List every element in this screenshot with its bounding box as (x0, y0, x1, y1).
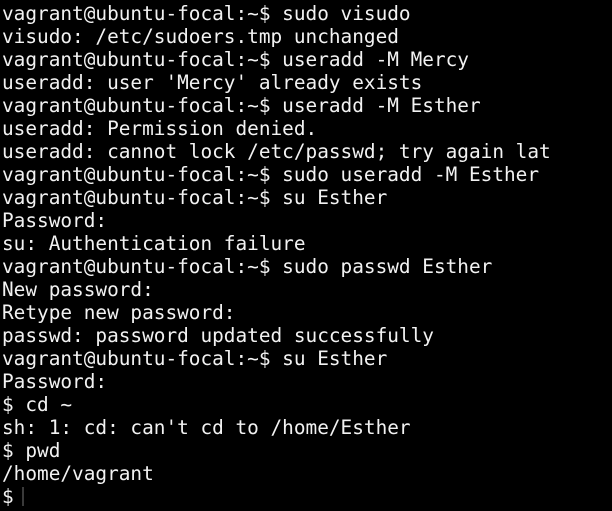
terminal-line: passwd: password updated successfully (2, 324, 434, 347)
terminal-line: $ pwd (2, 439, 61, 462)
terminal-line: Password: (2, 209, 108, 232)
terminal-line: su: Authentication failure (2, 232, 306, 255)
terminal-line: vagrant@ubuntu-focal:~$ useradd -M Esthe… (2, 94, 481, 117)
terminal-line: useradd: Permission denied. (2, 117, 318, 140)
text-cursor (21, 487, 24, 506)
terminal-line: vagrant@ubuntu-focal:~$ useradd -M Mercy (2, 48, 469, 71)
terminal-line: vagrant@ubuntu-focal:~$ su Esther (2, 186, 388, 209)
terminal-line: vagrant@ubuntu-focal:~$ su Esther (2, 347, 388, 370)
terminal-line: $ cd ~ (2, 393, 73, 416)
terminal-line: vagrant@ubuntu-focal:~$ sudo passwd Esth… (2, 255, 493, 278)
terminal-line: visudo: /etc/sudoers.tmp unchanged (2, 25, 399, 48)
terminal-line: useradd: cannot lock /etc/passwd; try ag… (2, 140, 551, 163)
terminal-line: /home/vagrant (2, 462, 154, 485)
terminal-prompt-line[interactable]: $ (2, 485, 612, 508)
terminal-line: sh: 1: cd: can't cd to /home/Esther (2, 416, 411, 439)
terminal-line: New password: (2, 278, 154, 301)
terminal-line: Retype new password: (2, 301, 236, 324)
terminal-line: vagrant@ubuntu-focal:~$ sudo visudo (2, 2, 411, 25)
terminal-window[interactable]: vagrant@ubuntu-focal:~$ sudo visudo visu… (0, 0, 612, 511)
terminal-line: Password: (2, 370, 108, 393)
terminal-line: useradd: user 'Mercy' already exists (2, 71, 423, 94)
terminal-line: vagrant@ubuntu-focal:~$ sudo useradd -M … (2, 163, 540, 186)
shell-prompt: $ (2, 485, 14, 508)
